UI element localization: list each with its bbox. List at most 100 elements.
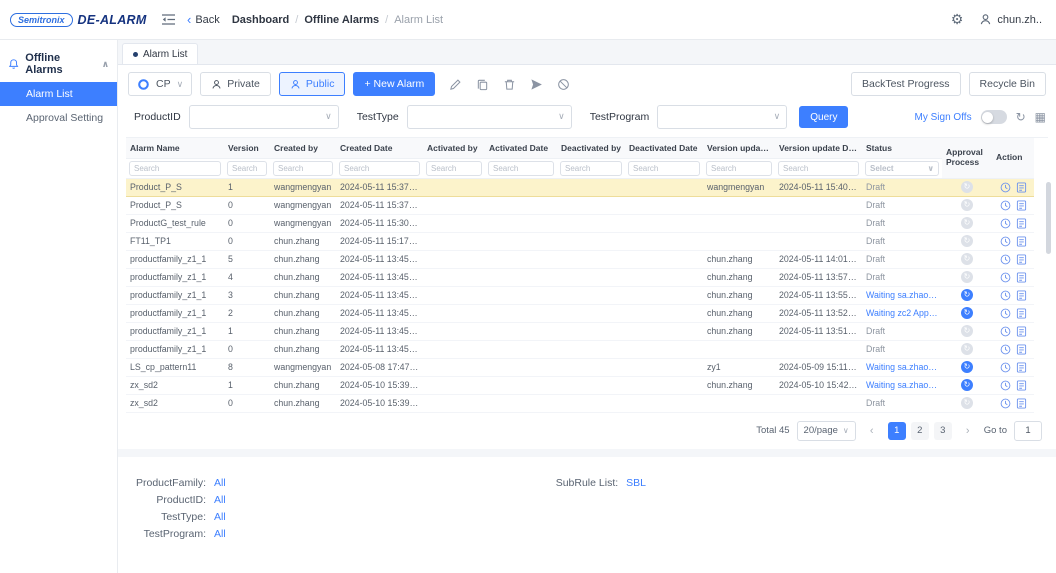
history-icon[interactable] xyxy=(998,181,1012,194)
column-settings-icon[interactable]: ▦ xyxy=(1035,111,1046,123)
detail-value[interactable]: All xyxy=(214,528,226,540)
column-header-deactivated_by[interactable]: Deactivated by xyxy=(557,138,625,158)
detail-value[interactable]: All xyxy=(214,494,226,506)
report-icon[interactable] xyxy=(1014,325,1028,338)
approval-process-icon[interactable]: ↻ xyxy=(961,217,973,229)
approval-process-icon[interactable]: ↻ xyxy=(961,325,973,337)
column-header-created_date[interactable]: Created Date xyxy=(336,138,423,158)
query-button[interactable]: Query xyxy=(799,106,848,128)
history-icon[interactable] xyxy=(998,235,1012,248)
refresh-icon[interactable]: ↻ xyxy=(1016,111,1026,123)
report-icon[interactable] xyxy=(1014,343,1028,356)
page-button-3[interactable]: 3 xyxy=(934,422,952,440)
detail-value[interactable]: All xyxy=(214,477,226,489)
search-input-name[interactable] xyxy=(129,161,221,176)
testtype-select[interactable]: ∨ xyxy=(407,105,572,129)
column-header-status[interactable]: Status xyxy=(862,138,942,158)
search-input-activated_by[interactable] xyxy=(426,161,482,176)
breadcrumb-item[interactable]: Offline Alarms xyxy=(304,14,379,26)
table-row[interactable]: productfamily_z1_14chun.zhang2024-05-11 … xyxy=(126,268,1034,286)
new-alarm-button[interactable]: + New Alarm xyxy=(353,72,435,96)
my-sign-offs-toggle[interactable] xyxy=(981,110,1007,124)
report-icon[interactable] xyxy=(1014,361,1028,374)
productid-select[interactable]: ∨ xyxy=(189,105,339,129)
table-row[interactable]: productfamily_z1_11chun.zhang2024-05-11 … xyxy=(126,322,1034,340)
column-header-approval[interactable]: Approval Process xyxy=(942,138,992,178)
search-input-activated_date[interactable] xyxy=(488,161,554,176)
table-row[interactable]: productfamily_z1_12chun.zhang2024-05-11 … xyxy=(126,304,1034,322)
search-input-version_update_by[interactable] xyxy=(706,161,772,176)
search-input-deactivated_by[interactable] xyxy=(560,161,622,176)
approval-process-icon[interactable]: ↻ xyxy=(961,253,973,265)
sidebar-collapse-icon[interactable] xyxy=(162,14,175,25)
history-icon[interactable] xyxy=(998,343,1012,356)
edit-icon[interactable] xyxy=(447,76,463,92)
report-icon[interactable] xyxy=(1014,181,1028,194)
report-icon[interactable] xyxy=(1014,271,1028,284)
public-button[interactable]: Public xyxy=(279,72,346,96)
column-header-action[interactable]: Action xyxy=(992,138,1034,178)
history-icon[interactable] xyxy=(998,253,1012,266)
search-input-created_date[interactable] xyxy=(339,161,420,176)
report-icon[interactable] xyxy=(1014,235,1028,248)
page-size-select[interactable]: 20/page ∨ xyxy=(797,421,856,441)
recycle-bin-button[interactable]: Recycle Bin xyxy=(969,72,1046,96)
history-icon[interactable] xyxy=(998,379,1012,392)
approval-process-icon[interactable]: ↻ xyxy=(961,235,973,247)
approval-process-icon[interactable]: ↻ xyxy=(961,361,973,373)
history-icon[interactable] xyxy=(998,199,1012,212)
approval-process-icon[interactable]: ↻ xyxy=(961,379,973,391)
approval-process-icon[interactable]: ↻ xyxy=(961,199,973,211)
history-icon[interactable] xyxy=(998,271,1012,284)
report-icon[interactable] xyxy=(1014,253,1028,266)
table-row[interactable]: zx_sd20chun.zhang2024-05-10 15:39:36Draf… xyxy=(126,394,1034,412)
prev-page-icon[interactable]: ‹ xyxy=(863,422,881,440)
approval-process-icon[interactable]: ↻ xyxy=(961,289,973,301)
search-input-deactivated_date[interactable] xyxy=(628,161,700,176)
history-icon[interactable] xyxy=(998,325,1012,338)
user-menu[interactable]: chun.zh.. xyxy=(979,13,1042,26)
approval-process-icon[interactable]: ↻ xyxy=(961,181,973,193)
table-row[interactable]: ProductG_test_rule0wangmengyan2024-05-11… xyxy=(126,214,1034,232)
table-row[interactable]: Product_P_S0wangmengyan2024-05-11 15:37:… xyxy=(126,196,1034,214)
column-header-version_update_date[interactable]: Version update Date xyxy=(775,138,862,158)
approval-process-icon[interactable]: ↻ xyxy=(961,307,973,319)
send-icon[interactable] xyxy=(528,76,544,92)
column-header-name[interactable]: Alarm Name xyxy=(126,138,224,158)
table-row[interactable]: LS_cp_pattern118wangmengyan2024-05-08 17… xyxy=(126,358,1034,376)
page-button-1[interactable]: 1 xyxy=(888,422,906,440)
table-row[interactable]: FT11_TP10chun.zhang2024-05-11 15:17:51Dr… xyxy=(126,232,1034,250)
approval-process-icon[interactable]: ↻ xyxy=(961,343,973,355)
column-header-version[interactable]: Version xyxy=(224,138,270,158)
column-header-activated_by[interactable]: Activated by xyxy=(423,138,485,158)
approval-process-icon[interactable]: ↻ xyxy=(961,271,973,283)
next-page-icon[interactable]: › xyxy=(959,422,977,440)
report-icon[interactable] xyxy=(1014,199,1028,212)
subrule-value[interactable]: SBL xyxy=(626,477,646,489)
detail-value[interactable]: All xyxy=(214,511,226,523)
table-row[interactable]: productfamily_z1_15chun.zhang2024-05-11 … xyxy=(126,250,1034,268)
back-button[interactable]: ‹ Back xyxy=(187,13,220,26)
history-icon[interactable] xyxy=(998,217,1012,230)
disable-icon[interactable] xyxy=(555,76,571,92)
report-icon[interactable] xyxy=(1014,379,1028,392)
breadcrumb-item[interactable]: Dashboard xyxy=(232,14,289,26)
tab-alarm-list[interactable]: Alarm List xyxy=(122,43,198,64)
history-icon[interactable] xyxy=(998,397,1012,410)
table-row[interactable]: Product_P_S1wangmengyan2024-05-11 15:37:… xyxy=(126,178,1034,196)
report-icon[interactable] xyxy=(1014,289,1028,302)
private-button[interactable]: Private xyxy=(200,72,271,96)
column-header-activated_date[interactable]: Activated Date xyxy=(485,138,557,158)
sidebar-group-offline-alarms[interactable]: Offline Alarms ∧ xyxy=(0,46,117,82)
report-icon[interactable] xyxy=(1014,217,1028,230)
report-icon[interactable] xyxy=(1014,397,1028,410)
search-input-version_update_date[interactable] xyxy=(778,161,859,176)
table-row[interactable]: productfamily_z1_10chun.zhang2024-05-11 … xyxy=(126,340,1034,358)
backtest-progress-button[interactable]: BackTest Progress xyxy=(851,72,961,96)
table-row[interactable]: zx_sd21chun.zhang2024-05-10 15:39:36chun… xyxy=(126,376,1034,394)
testprogram-select[interactable]: ∨ xyxy=(657,105,787,129)
history-icon[interactable] xyxy=(998,361,1012,374)
copy-icon[interactable] xyxy=(474,76,490,92)
delete-icon[interactable] xyxy=(501,76,517,92)
sidebar-item-alarm-list[interactable]: Alarm List xyxy=(0,82,117,106)
